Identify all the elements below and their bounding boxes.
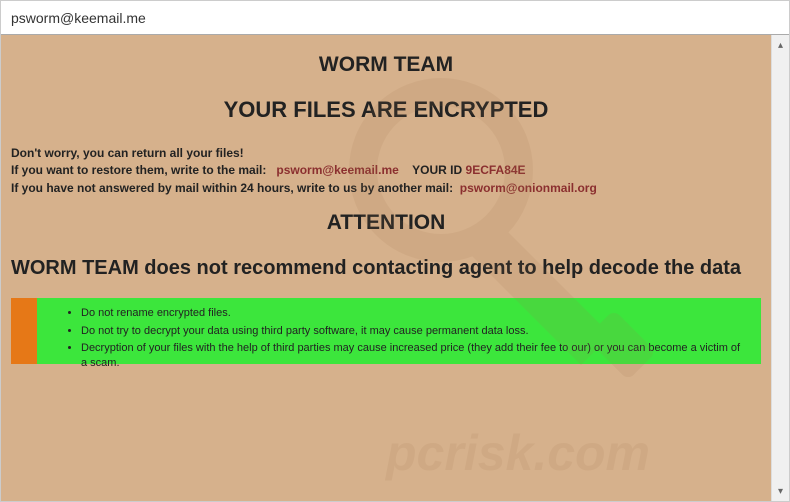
- instr-line2: If you want to restore them, write to th…: [11, 162, 761, 179]
- window-titlebar[interactable]: psworm@keemail.me: [1, 1, 789, 35]
- window-title: psworm@keemail.me: [11, 10, 146, 26]
- contact-email-1: psworm@keemail.me: [276, 163, 398, 177]
- heading-attention: ATTENTION: [11, 211, 761, 235]
- heading-no-agent: WORM TEAM does not recommend contacting …: [11, 257, 761, 280]
- heading-team: WORM TEAM: [11, 53, 761, 77]
- your-id-label: YOUR ID: [412, 163, 462, 177]
- instr-line1: Don't worry, you can return all your fil…: [11, 145, 761, 162]
- instr-line3-prefix: If you have not answered by mail within …: [11, 181, 453, 195]
- svg-text:pcrisk.com: pcrisk.com: [384, 425, 650, 481]
- warning-item: Do not try to decrypt your data using th…: [81, 324, 741, 339]
- warning-box: Do not rename encrypted files. Do not tr…: [11, 298, 761, 364]
- your-id-value: 9ECFA84E: [466, 163, 526, 177]
- heading-encrypted: YOUR FILES ARE ENCRYPTED: [11, 97, 761, 123]
- scroll-down-icon[interactable]: ▾: [772, 483, 789, 499]
- ransom-note-window: psworm@keemail.me pcrisk.com WORM TEAM Y…: [0, 0, 790, 502]
- warning-item: Decryption of your files with the help o…: [81, 341, 741, 372]
- vertical-scrollbar[interactable]: ▴ ▾: [771, 35, 789, 501]
- watermark-logo: pcrisk.com: [291, 75, 741, 495]
- scroll-up-icon[interactable]: ▴: [772, 37, 789, 53]
- orange-accent-bar: [11, 298, 37, 364]
- contact-email-2: psworm@onionmail.org: [460, 181, 597, 195]
- instr-line2-prefix: If you want to restore them, write to th…: [11, 163, 266, 177]
- content-wrap: pcrisk.com WORM TEAM YOUR FILES ARE ENCR…: [1, 35, 789, 501]
- warning-item: Do not rename encrypted files.: [81, 306, 741, 321]
- instructions-block: Don't worry, you can return all your fil…: [11, 145, 761, 197]
- ransom-content: pcrisk.com WORM TEAM YOUR FILES ARE ENCR…: [1, 35, 771, 501]
- warning-list: Do not rename encrypted files. Do not tr…: [67, 306, 741, 372]
- instr-line3: If you have not answered by mail within …: [11, 180, 761, 197]
- warning-panel: Do not rename encrypted files. Do not tr…: [37, 298, 761, 364]
